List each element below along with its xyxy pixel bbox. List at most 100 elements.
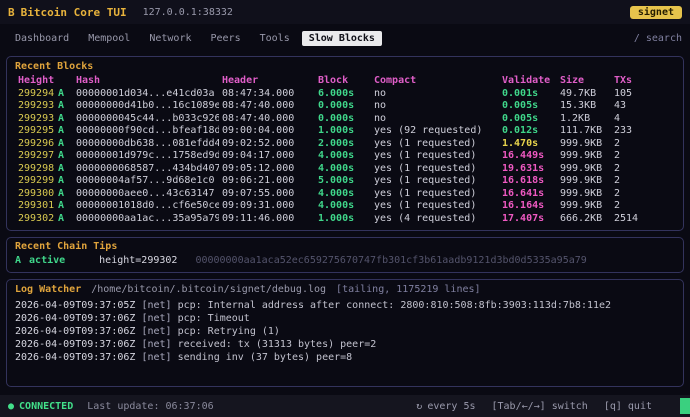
block-compact: yes (1 requested) (374, 137, 477, 149)
block-row[interactable]: 299301 A 00000001018d0...cf6e50ce 09:09:31.… (15, 200, 675, 213)
block-validate-time: 16.449s (502, 150, 545, 161)
refresh-icon: ↻ (416, 400, 423, 412)
block-size: 999.9KB (560, 200, 603, 211)
log-timestamp: 2026-04-09T09:37:06Z (15, 313, 136, 324)
log-lines[interactable]: 2026-04-09T09:37:05Z [net] pcp: Internal… (15, 299, 675, 364)
blocks-table: Height Hash Header Block Compact Validat… (15, 75, 675, 225)
block-time: 6.000s (318, 87, 355, 99)
status-bar-hints: ↻ every 5s [Tab/←/→] switch [q] quit (416, 398, 690, 414)
block-size: 49.7KB (560, 87, 597, 99)
block-row[interactable]: 299298 A 0000000068587...434bd407 09:05:12.… (15, 163, 675, 176)
block-size: 999.9KB (560, 137, 603, 149)
tab-network[interactable]: Network (142, 31, 198, 46)
block-size: 1.2KB (560, 112, 591, 124)
block-marker: A (58, 212, 65, 224)
tip-hash: 00000000aa1aca52ec659275670747fb301cf3b6… (195, 255, 587, 266)
log-timestamp: 2026-04-09T09:37:05Z (15, 300, 136, 311)
log-timestamp: 2026-04-09T09:37:06Z (15, 352, 136, 363)
block-hash: 00000001018d0...cf6e50ce (76, 200, 219, 211)
block-compact: no (374, 100, 387, 111)
block-hash: 00000000db638...081efdd4 (76, 137, 219, 149)
block-height: 299296 (18, 137, 55, 149)
block-size: 666.2KB (560, 212, 603, 224)
block-marker: A (58, 175, 65, 186)
tab-dashboard[interactable]: Dashboard (8, 31, 76, 46)
block-size: 15.3KB (560, 100, 597, 111)
recent-blocks-title: Recent Blocks (15, 61, 94, 72)
block-validate-time: 16.618s (502, 175, 545, 186)
block-txs: 233 (614, 125, 633, 136)
block-compact: yes (1 requested) (374, 150, 477, 161)
log-message: pcp: Retrying (1) (177, 326, 280, 337)
block-compact: yes (92 requested) (374, 125, 483, 136)
block-hash: 00000000aee0...43c63147 (76, 187, 215, 199)
tab-tools[interactable]: Tools (253, 31, 297, 46)
block-row[interactable]: 299294 A 00000001d034...e41cd03a 08:47:34.0… (15, 88, 675, 101)
log-line: 2026-04-09T09:37:05Z [net] pcp: Internal… (15, 299, 675, 312)
block-marker: A (58, 137, 65, 149)
block-size: 999.9KB (560, 187, 603, 199)
block-compact: yes (1 requested) (374, 162, 477, 174)
block-txs: 105 (614, 87, 633, 99)
switch-hint: [Tab/←/→] switch (491, 400, 588, 412)
block-time: 4.000s (318, 187, 355, 199)
block-marker: A (58, 112, 65, 124)
block-validate-time: 0.012s (502, 125, 539, 136)
block-hash: 00000000aa1ac...35a95a79 (76, 212, 219, 224)
block-header-time: 09:11:46.000 (222, 212, 295, 224)
top-bar: B Bitcoin Core TUI 127.0.0.1:38332 signe… (0, 0, 690, 24)
log-category: [net] (135, 339, 178, 350)
block-hash: 00000000f90cd...bfeaf18d (76, 125, 219, 136)
log-category: [net] (135, 352, 178, 363)
block-row[interactable]: 299302 A 00000000aa1ac...35a95a79 09:11:46.… (15, 213, 675, 226)
block-row[interactable]: 299295 A 00000000f90cd...bfeaf18d 09:00:04.… (15, 125, 675, 138)
block-validate-time: 16.641s (502, 187, 545, 199)
block-validate-time: 0.005s (502, 112, 539, 124)
tip-height: height=299302 (99, 255, 178, 266)
app-title: Bitcoin Core TUI (20, 5, 127, 19)
block-validate-time: 0.005s (502, 100, 539, 111)
log-timestamp: 2026-04-09T09:37:06Z (15, 326, 136, 337)
block-row[interactable]: 299296 A 00000000db638...081efdd4 09:02:52.… (15, 138, 675, 151)
block-size: 111.7KB (560, 125, 603, 136)
log-line: 2026-04-09T09:37:06Z [net] pcp: Retrying… (15, 325, 675, 338)
col-header-compact: Compact (374, 75, 417, 86)
log-category: [net] (135, 300, 178, 311)
block-compact: no (374, 87, 387, 99)
block-hash: 00000004af57...9d68e1c0 (76, 175, 215, 186)
block-hash: 0000000045c44...b033c926 (76, 112, 219, 124)
log-line: 2026-04-09T09:37:06Z [net] pcp: Timeout (15, 312, 675, 325)
block-row[interactable]: 299299 A 00000004af57...9d68e1c0 09:06:21.0… (15, 175, 675, 188)
block-txs: 4 (614, 112, 621, 124)
block-validate-time: 0.001s (502, 87, 539, 99)
tab-peers[interactable]: Peers (204, 31, 248, 46)
block-time: 2.000s (318, 137, 355, 149)
block-header-time: 08:47:40.000 (222, 112, 295, 124)
search-hint[interactable]: / search (634, 33, 682, 44)
block-marker: A (58, 100, 65, 111)
tab-slow-blocks[interactable]: Slow Blocks (301, 30, 382, 46)
block-height: 299299 (18, 175, 55, 186)
bitcoin-logo-icon: B (8, 5, 15, 19)
connection-dot-icon: ● (8, 400, 15, 412)
block-marker: A (58, 162, 65, 174)
col-header-header: Header (222, 75, 259, 86)
block-validate-time: 16.164s (502, 200, 545, 211)
block-header-time: 09:05:12.000 (222, 162, 295, 174)
block-time: 4.000s (318, 162, 355, 174)
block-row[interactable]: 299293 A 0000000045c44...b033c926 08:47:40.… (15, 113, 675, 126)
block-height: 299294 (18, 87, 55, 99)
block-row[interactable]: 299297 A 00000001d979c...1758ed9d 09:04:17.… (15, 150, 675, 163)
block-header-time: 09:02:52.000 (222, 137, 295, 149)
block-row[interactable]: 299300 A 00000000aee0...43c63147 09:07:55.0… (15, 188, 675, 201)
log-watcher-header: Log Watcher/home/bitcoin/.bitcoin/signet… (15, 283, 675, 297)
block-size: 999.9KB (560, 175, 603, 186)
block-height: 299295 (18, 125, 55, 136)
log-message: pcp: Internal address after connect: 280… (177, 300, 612, 311)
block-row[interactable]: 299293 A 00000000d41b0...16c1089e 08:47:40.… (15, 100, 675, 113)
col-header-block: Block (318, 75, 349, 86)
block-header-time: 09:07:55.000 (222, 187, 295, 199)
log-message: received: tx (31313 bytes) peer=2 (177, 339, 377, 350)
chain-tip-row[interactable]: Aactive height=299302 00000000aa1aca52ec65… (15, 254, 675, 268)
tab-mempool[interactable]: Mempool (81, 31, 137, 46)
